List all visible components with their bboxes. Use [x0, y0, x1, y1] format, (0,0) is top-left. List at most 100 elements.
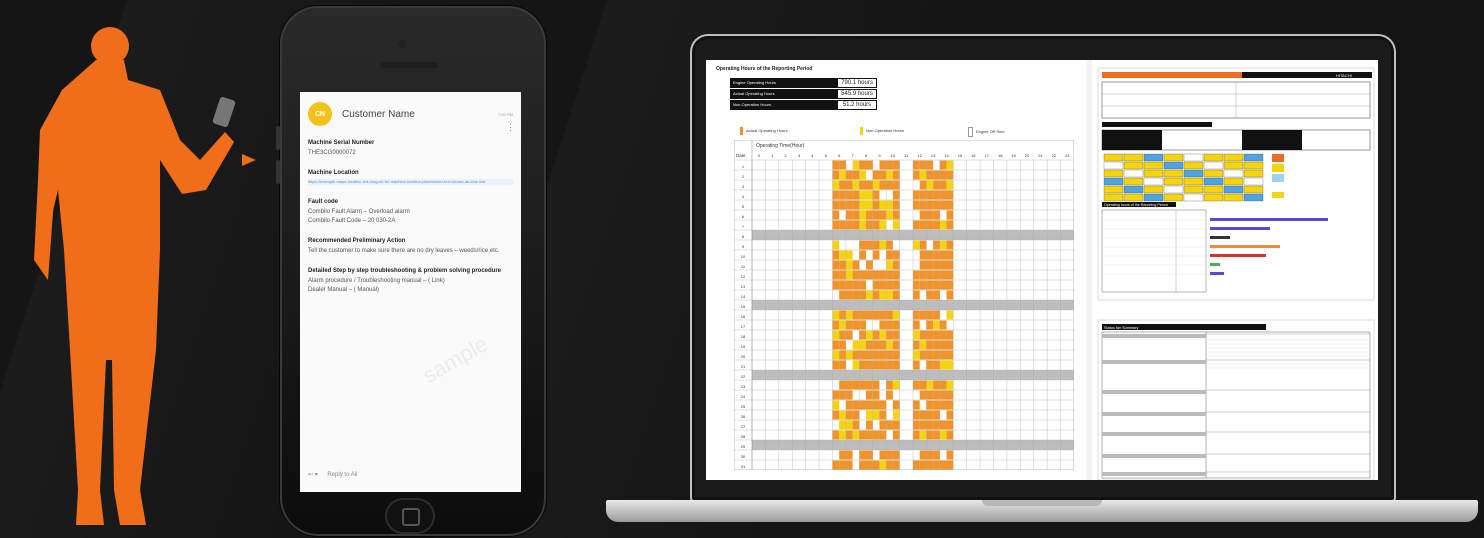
reply-all-button[interactable]: ↩ ▾ Reply to All [308, 471, 357, 478]
legend-label: Actual Operating Hours [746, 128, 788, 134]
operating-block [913, 320, 920, 330]
operating-block [879, 220, 887, 230]
operating-block [879, 410, 887, 420]
operating-block [886, 380, 893, 390]
key-swatch [1272, 164, 1284, 172]
operating-block [933, 430, 940, 440]
operating-block [913, 380, 920, 390]
stat-row: Engine Operating Hours 790.1 hours [730, 78, 877, 88]
schedule-cell [1203, 177, 1224, 186]
operating-block [939, 390, 947, 400]
schedule-cell [1123, 185, 1144, 194]
operating-block [852, 190, 860, 200]
operating-block [872, 190, 880, 200]
schedule-cell [1183, 185, 1204, 194]
operating-block [839, 360, 846, 370]
operating-block [919, 460, 927, 470]
operating-block [886, 360, 893, 370]
operating-block [946, 390, 954, 400]
operating-block [866, 400, 873, 410]
day-tick-label: 28 [741, 434, 746, 439]
operating-block [845, 410, 853, 420]
operating-block [839, 270, 846, 280]
operating-block [866, 410, 873, 420]
schedule-cell [1183, 169, 1204, 178]
operating-block [872, 170, 880, 180]
home-button[interactable] [385, 498, 435, 534]
location-section: Machine Location https://example-maps-lo… [300, 170, 521, 185]
operating-block [872, 340, 880, 350]
operating-block [845, 390, 853, 400]
operating-block [839, 180, 846, 190]
operating-block [892, 460, 900, 470]
operating-block [939, 460, 947, 470]
person-silhouette-icon [34, 27, 256, 525]
fault-code-section: Fault code Combilo Fault Alarm – Overloa… [300, 199, 521, 226]
operating-block [939, 160, 947, 170]
operating-block [946, 350, 954, 360]
operating-block [926, 390, 934, 400]
schedule-cell [1143, 161, 1164, 170]
section-value: Combilo Fault Alarm – Overload alarm [308, 209, 410, 215]
operating-block [926, 450, 934, 460]
smartphone: CN Customer Name 7:00 PM ⋮ Machine Seria… [276, 6, 546, 536]
operating-block [852, 260, 860, 270]
operating-block [913, 400, 920, 410]
more-options-icon[interactable]: ⋮ [506, 122, 515, 133]
operating-block [886, 310, 893, 320]
operating-block [852, 380, 860, 390]
laptop-groove [982, 500, 1102, 506]
location-link[interactable]: https://example-maps-location-link-long-… [308, 179, 513, 185]
stat-row: Non-Operation Hours 51.2 hours [730, 100, 877, 110]
operating-block [832, 180, 840, 190]
stat-label: Actual Operating Hours [730, 89, 837, 99]
watermark: sample [418, 331, 493, 389]
operating-block [892, 380, 900, 390]
operating-block [839, 430, 846, 440]
operating-block [845, 170, 853, 180]
hour-tick-label: 22 [1052, 153, 1057, 158]
operating-block [892, 200, 900, 210]
operating-block [886, 450, 893, 460]
day-tick-label: 18 [741, 334, 746, 339]
operating-block [939, 250, 947, 260]
front-camera [398, 40, 406, 48]
operating-block [926, 190, 934, 200]
operating-block [939, 200, 947, 210]
operating-block [913, 220, 920, 230]
operating-block [926, 430, 934, 440]
operating-block [866, 190, 873, 200]
schedule-cell [1243, 169, 1264, 178]
operating-block [913, 160, 920, 170]
operating-block [886, 280, 893, 290]
operating-block [866, 160, 873, 170]
operating-block [859, 450, 867, 460]
operating-block [919, 170, 927, 180]
operating-block [892, 190, 900, 200]
operating-block [845, 420, 853, 430]
operating-block [886, 200, 893, 210]
operating-block [845, 290, 853, 300]
operating-block [913, 200, 920, 210]
operating-block [892, 330, 900, 340]
operating-block [933, 350, 940, 360]
operating-block [892, 350, 900, 360]
section-title: Operating hours of the Reporting Period [1104, 203, 1168, 207]
operating-block [832, 340, 840, 350]
day-tick-label: 22 [741, 374, 746, 379]
hour-tick-label: 19 [1011, 153, 1016, 158]
operating-block [872, 270, 880, 280]
schedule-cell [1103, 177, 1124, 186]
stat-value: 51.2 hours [837, 100, 877, 110]
operating-block [832, 210, 840, 220]
operating-block [933, 360, 940, 370]
operating-block [879, 180, 887, 190]
operating-block [946, 280, 954, 290]
operating-block [926, 260, 934, 270]
hour-bar [1210, 227, 1270, 230]
operating-block [926, 420, 934, 430]
legend-item: Non-Operation Hours [860, 127, 904, 135]
legend-item: Actual Operating Hours [740, 127, 788, 135]
date-header: Date [736, 153, 746, 158]
operating-block [872, 250, 880, 260]
